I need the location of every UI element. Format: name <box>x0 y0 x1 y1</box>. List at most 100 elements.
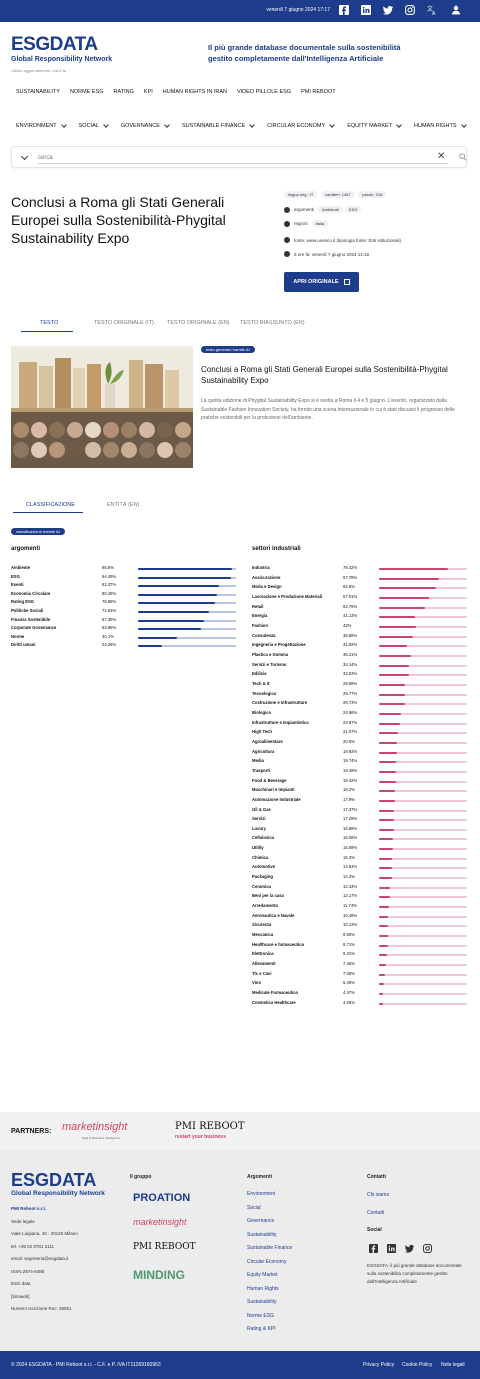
row-bar-fill <box>379 732 398 735</box>
chevron-down-icon <box>164 122 170 128</box>
partner-pmi-reboot[interactable]: PMI REBOOT <box>175 1121 245 1132</box>
tab-testo-originale-en[interactable]: TESTO ORIGINALE (EN) <box>167 320 230 326</box>
row-bar-fill <box>379 819 395 822</box>
nav-dropdown-human-rights[interactable]: HUMAN RIGHTS <box>414 120 467 132</box>
row-bar-fill <box>379 867 392 870</box>
row-percentage: 7.06% <box>343 970 355 976</box>
nav-dropdown-circular-economy[interactable]: CIRCULAR ECONOMY <box>267 120 336 132</box>
classification-row: Diritti umani 24.26% <box>11 642 236 650</box>
footer-link-norme-esg[interactable]: Norme ESG <box>247 1312 347 1321</box>
linkedin-icon[interactable] <box>361 5 373 17</box>
footer: ESGDATA Global Responsibility Network PM… <box>0 1150 480 1351</box>
nav-item-pmi-reboot[interactable]: PMI REBOOT <box>301 89 336 101</box>
footer-link-governance[interactable]: Governance <box>247 1217 347 1226</box>
row-bar-fill <box>379 954 388 957</box>
note-legali-link[interactable]: Note legali <box>441 1362 465 1368</box>
tab-testo-originale-it[interactable]: TESTO ORIGINALE (IT) <box>94 320 154 326</box>
row-bar-track <box>379 683 467 686</box>
close-icon[interactable]: ✕ <box>437 151 445 162</box>
tab-testo-riassunto-en[interactable]: TESTO RIASSUNTO (EN) <box>240 320 305 326</box>
row-percentage: 72.63% <box>102 608 117 613</box>
row-bar-fill <box>379 944 388 947</box>
footer-logo[interactable]: ESGDATA <box>11 1170 96 1191</box>
tag-italia[interactable]: Italia <box>311 220 328 227</box>
classification-row: Assicurazione 67.78% <box>252 575 467 583</box>
chevron-down-icon <box>396 122 402 128</box>
tag-ambiente[interactable]: Ambiente <box>318 206 343 213</box>
logo[interactable]: ESGDATA <box>11 34 98 56</box>
nav-dropdown-equity-market[interactable]: EQUITY MARKET <box>347 120 402 132</box>
nav-dropdown-sustainable-finance[interactable]: SUSTAINABLE FINANCE <box>182 120 255 132</box>
open-original-label: APRI ORIGINALE <box>293 279 339 285</box>
footer-link-rating-kpi[interactable]: Rating & KPI <box>247 1325 347 1334</box>
footer-link-contatti[interactable]: Contatti <box>367 1210 384 1216</box>
cookie-policy-link[interactable]: Cookie Policy <box>402 1362 432 1368</box>
classification-row: Agroalimentare 20.9% <box>252 739 467 747</box>
nav-item-kpi[interactable]: KPI <box>144 89 153 101</box>
classification-row: Macchinari e Impianti 18.2% <box>252 787 467 795</box>
open-original-button[interactable]: APRI ORIGINALE <box>284 272 359 292</box>
secondary-nav: ENVIRONMENT SOCIAL GOVERNANCE SUSTAINABL… <box>16 120 479 132</box>
row-label: Corporate Governance <box>11 625 57 631</box>
gruppo-minding[interactable]: MINDING <box>133 1268 185 1282</box>
search-icon[interactable] <box>459 153 467 163</box>
user-icon[interactable] <box>451 5 463 17</box>
nav-dropdown-governance[interactable]: GOVERNANCE <box>121 120 170 132</box>
content-tabs: TESTO TESTO ORIGINALE (IT) TESTO ORIGINA… <box>0 315 480 333</box>
instagram-icon[interactable] <box>405 5 417 17</box>
nav-item-sustainability[interactable]: SUSTAINABILITY <box>16 89 60 101</box>
gruppo-marketinsight[interactable]: marketinsight <box>133 1217 187 1227</box>
classification-row: Industria 78.42% <box>252 565 467 573</box>
footer-link-sustainable-finance[interactable]: Sustainable Finance <box>247 1244 347 1253</box>
footer-link-social[interactable]: Social <box>247 1204 347 1213</box>
gruppo-pmi-reboot[interactable]: PMI REBOOT <box>133 1242 196 1252</box>
footer-link-chi-siamo[interactable]: Chi siamo <box>367 1192 389 1198</box>
footer-link-sustainability-2[interactable]: Sustainability <box>247 1298 347 1307</box>
privacy-policy-link[interactable]: Privacy Policy <box>363 1362 394 1368</box>
row-label: Plastica e Gomma <box>252 651 289 657</box>
row-label: Tlc e Cavi <box>252 970 272 976</box>
tag-esg[interactable]: ESG <box>344 206 362 213</box>
row-label: Energia <box>252 613 268 619</box>
footer-link-environment[interactable]: Environment <box>247 1190 347 1199</box>
translate-icon[interactable]: 文A <box>427 5 439 17</box>
footer-facebook-icon[interactable] <box>369 1244 378 1255</box>
partner-marketinsight[interactable]: marketinsight <box>62 1121 127 1133</box>
chevron-down-icon[interactable] <box>20 152 29 161</box>
nav-dropdown-social[interactable]: SOCIAL <box>79 120 109 132</box>
nav-item-video-pillole[interactable]: VIDEO PILLOLE ESG <box>237 89 291 101</box>
twitter-icon[interactable] <box>383 5 395 17</box>
gruppo-proation[interactable]: PROATION <box>133 1192 190 1204</box>
chevron-down-icon <box>60 122 67 128</box>
classification-row: Edilizia 33.53% <box>252 671 467 679</box>
nav-dropdown-label: ENVIRONMENT <box>16 123 57 129</box>
nav-item-norme-esg[interactable]: NORME ESG <box>70 89 104 101</box>
footer-link-equity-market[interactable]: Equity Market <box>247 1271 347 1280</box>
nav-dropdown-environment[interactable]: ENVIRONMENT <box>16 120 67 132</box>
footer-linkedin-icon[interactable] <box>387 1244 396 1255</box>
row-bar-fill <box>379 577 439 580</box>
row-percentage: 21.07% <box>343 729 358 735</box>
footer-twitter-icon[interactable] <box>405 1244 414 1255</box>
nav-item-human-rights-iran[interactable]: HUMAN RIGHTS IN IRAN <box>163 89 227 101</box>
row-bar-fill <box>379 809 395 812</box>
row-percentage: 80.28% <box>102 590 117 596</box>
row-percentage: 95.8% <box>102 565 114 570</box>
footer-link-human-rights[interactable]: Human Rights <box>247 1285 347 1294</box>
row-label: Luxury <box>252 825 266 831</box>
facebook-icon[interactable] <box>339 5 351 17</box>
nav-item-rating[interactable]: RATING <box>114 89 134 101</box>
footer-link-circular-economy[interactable]: Circular Economy <box>247 1258 347 1267</box>
tab-classificazione[interactable]: CLASSIFICAZIONE <box>26 502 75 508</box>
row-label: Politiche Sociali <box>11 608 44 613</box>
classification-row: Utility 15.69% <box>252 845 467 853</box>
row-percentage: 12.34% <box>343 883 358 889</box>
footer-instagram-icon[interactable] <box>423 1244 432 1255</box>
footer-link-sustainability[interactable]: Sustainability <box>247 1231 347 1240</box>
tab-entita[interactable]: ENTITÀ (EN) <box>107 502 139 508</box>
tab-testo[interactable]: TESTO <box>40 320 58 326</box>
search-input[interactable] <box>38 152 448 164</box>
sitoweb-link[interactable]: [Sitoweb] <box>11 1293 121 1302</box>
email[interactable]: email: segreteria@esgdata.it <box>11 1255 121 1264</box>
row-bar-track <box>379 954 467 957</box>
